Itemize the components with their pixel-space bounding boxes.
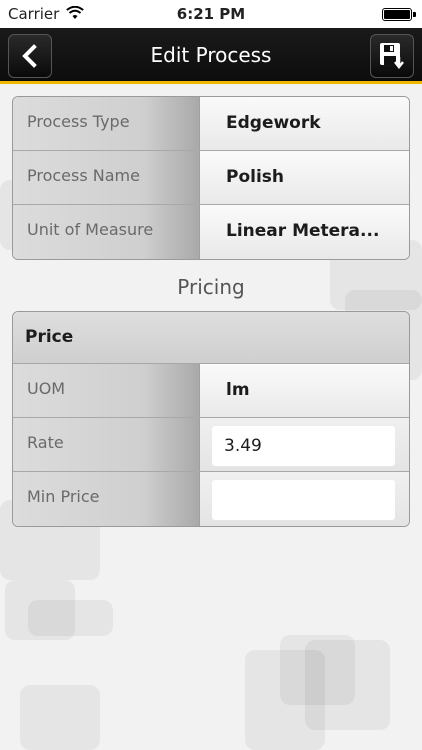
navigation-bar: Edit Process (0, 28, 422, 84)
pricing-group: Price UOM lm Rate Min Price (12, 311, 410, 527)
process-name-value[interactable]: Polish (200, 151, 409, 204)
save-button[interactable] (370, 34, 414, 78)
rate-input[interactable] (212, 426, 395, 466)
status-time: 6:21 PM (176, 5, 246, 23)
uom-value: lm (200, 364, 409, 417)
rate-input-wrap (200, 418, 409, 471)
unit-of-measure-row[interactable]: Unit of Measure Linear Metera... (13, 205, 409, 259)
status-bar: Carrier 6:21 PM (0, 0, 422, 28)
battery-tip (413, 12, 416, 17)
save-floppy-icon (380, 43, 404, 70)
unit-of-measure-label: Unit of Measure (13, 205, 200, 259)
min-price-label: Min Price (13, 472, 200, 526)
process-type-value[interactable]: Edgework (200, 97, 409, 150)
process-details-group: Process Type Edgework Process Name Polis… (12, 96, 410, 260)
process-type-row[interactable]: Process Type Edgework (13, 97, 409, 151)
page-title: Edit Process (150, 43, 272, 67)
unit-of-measure-value[interactable]: Linear Metera... (200, 205, 409, 259)
price-header: Price (13, 312, 409, 364)
background-decoration (305, 640, 390, 730)
rate-label: Rate (13, 418, 200, 471)
process-name-row[interactable]: Process Name Polish (13, 151, 409, 205)
min-price-input-wrap (200, 472, 409, 526)
min-price-row: Min Price (13, 472, 409, 526)
uom-label: UOM (13, 364, 200, 417)
process-type-label: Process Type (13, 97, 200, 150)
process-name-label: Process Name (13, 151, 200, 204)
min-price-input[interactable] (212, 480, 395, 520)
background-decoration (28, 600, 113, 636)
rate-row: Rate (13, 418, 409, 472)
battery-icon (382, 8, 412, 21)
uom-row: UOM lm (13, 364, 409, 418)
pricing-section-title: Pricing (177, 275, 245, 299)
background-decoration (20, 685, 100, 750)
